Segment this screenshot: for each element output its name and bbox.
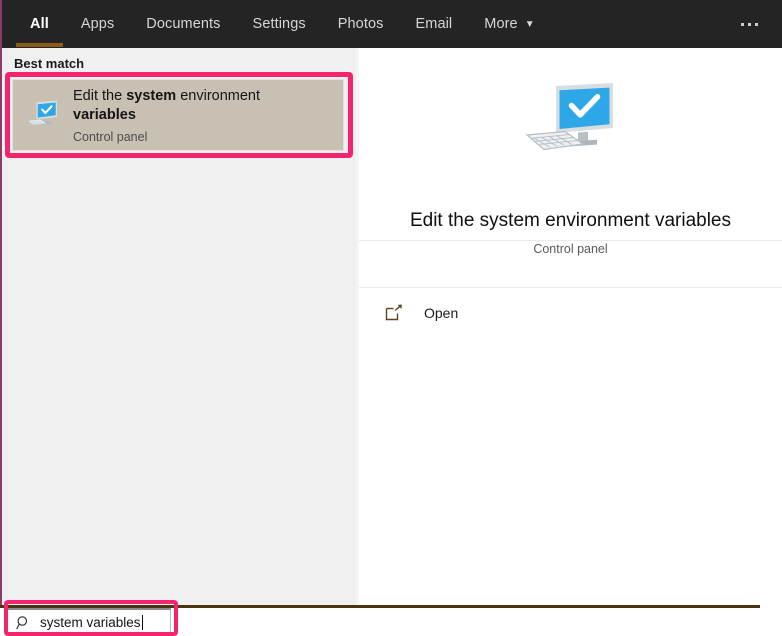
detail-actions-list: Open: [359, 289, 782, 337]
chevron-down-icon: ▼: [524, 19, 535, 30]
result-item-best-match[interactable]: Edit the system environment variables Co…: [12, 79, 344, 151]
tab-all-label: All: [30, 16, 49, 32]
result-detail-panel: Edit the system environment variables Co…: [359, 48, 782, 605]
search-filter-tabs: All Apps Documents Settings Photos Email…: [14, 0, 551, 48]
result-item-subtitle: Control panel: [73, 129, 148, 144]
ellipsis-dot-icon: [741, 22, 744, 26]
action-open-label: Open: [424, 305, 459, 321]
detail-summary-card: Edit the system environment variables Co…: [359, 48, 782, 256]
start-menu-search-flyout: All Apps Documents Settings Photos Email…: [0, 0, 782, 636]
text-cursor: [141, 615, 143, 630]
result-item-title: Edit the system environment variables: [73, 87, 261, 123]
tab-settings[interactable]: Settings: [237, 0, 322, 48]
ellipsis-dot-icon: [755, 22, 758, 26]
action-open[interactable]: Open: [359, 289, 782, 337]
result-item-text: Edit the system environment variables Co…: [73, 87, 333, 144]
search-input-value: system variables: [40, 615, 141, 630]
tab-active-underline: [16, 43, 63, 47]
results-group-header: Best match: [14, 56, 85, 71]
search-filter-header: All Apps Documents Settings Photos Email…: [2, 0, 782, 48]
tab-documents[interactable]: Documents: [130, 0, 236, 48]
computer-monitor-check-icon: [25, 98, 59, 132]
ellipsis-dot-icon: [748, 22, 751, 26]
tab-all[interactable]: All: [14, 0, 65, 48]
detail-separator: [359, 287, 782, 288]
tab-more[interactable]: More ▼: [468, 0, 550, 48]
search-magnifier-icon: [16, 615, 31, 630]
search-input[interactable]: system variables: [6, 608, 171, 636]
detail-subtitle: Control panel: [533, 242, 608, 256]
search-results-body: Best match Edit the system environment v…: [2, 48, 782, 605]
computer-monitor-check-icon: [525, 82, 617, 154]
overflow-menu-button[interactable]: [733, 0, 766, 48]
tab-email[interactable]: Email: [400, 0, 469, 48]
tab-more-label: More: [484, 16, 518, 32]
tab-settings-label: Settings: [252, 16, 306, 32]
detail-title: Edit the system environment variables: [409, 210, 732, 231]
tab-photos[interactable]: Photos: [322, 0, 400, 48]
tab-email-label: Email: [415, 16, 453, 32]
tab-photos-label: Photos: [337, 16, 384, 32]
flyout-left-edge-accent: [0, 0, 2, 605]
taskbar-search-zone: system variables: [0, 605, 782, 636]
open-external-icon: [384, 303, 404, 323]
tab-apps[interactable]: Apps: [65, 0, 130, 48]
tab-apps-label: Apps: [80, 16, 115, 32]
tab-documents-label: Documents: [146, 16, 221, 32]
results-list-panel: Best match Edit the system environment v…: [2, 48, 356, 605]
